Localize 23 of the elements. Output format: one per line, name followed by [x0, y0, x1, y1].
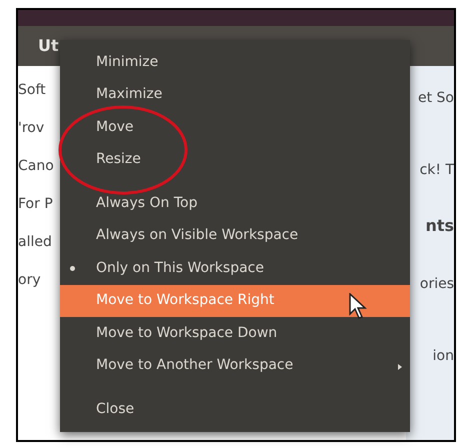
- background-text: Cano: [18, 158, 55, 175]
- menu-item[interactable]: Close: [60, 393, 410, 426]
- background-text: ck! T: [420, 162, 454, 179]
- window-title: Ut: [38, 35, 59, 57]
- background-text: ion: [432, 348, 454, 365]
- menu-item[interactable]: Always on Visible Workspace: [60, 220, 410, 252]
- menu-item[interactable]: Resize: [60, 144, 410, 176]
- background-text: et So: [418, 90, 454, 107]
- menu-item[interactable]: Always On Top: [60, 187, 410, 220]
- background-text: nts: [425, 217, 454, 234]
- background-text: For P: [18, 196, 54, 213]
- menu-item[interactable]: Move: [60, 111, 410, 144]
- background-text: ories: [420, 276, 454, 293]
- background-text: Soft: [18, 82, 47, 99]
- background-text: alled: [18, 234, 53, 251]
- menu-item[interactable]: Move to Workspace Down: [60, 317, 410, 350]
- background-text: 'rov: [18, 120, 46, 137]
- menu-item[interactable]: Minimize: [60, 46, 410, 78]
- mouse-pointer-icon: [349, 293, 367, 319]
- background-text: ory: [18, 272, 42, 289]
- menu-item[interactable]: Maximize: [60, 78, 410, 111]
- menu-item[interactable]: Only on This Workspace: [60, 252, 410, 284]
- menu-item[interactable]: Move to Another Workspace: [60, 350, 410, 382]
